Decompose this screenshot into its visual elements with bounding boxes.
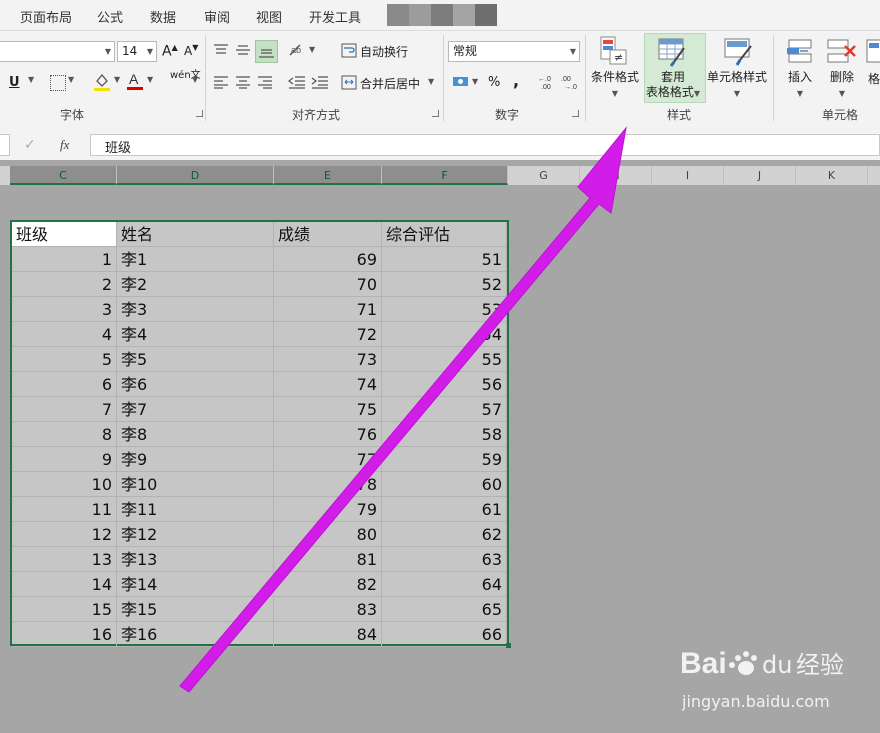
baidu-watermark: Bai du 经验 jingyan.baidu.com: [680, 640, 870, 720]
watermark-brand2: 经验: [796, 651, 844, 679]
svg-text:du: du: [762, 651, 792, 679]
svg-text:Bai: Bai: [680, 647, 727, 680]
watermark-url: jingyan.baidu.com: [681, 692, 830, 711]
annotation-arrow: [179, 126, 627, 693]
baidu-logo: Bai du 经验 jingyan.baidu.com: [680, 647, 844, 711]
